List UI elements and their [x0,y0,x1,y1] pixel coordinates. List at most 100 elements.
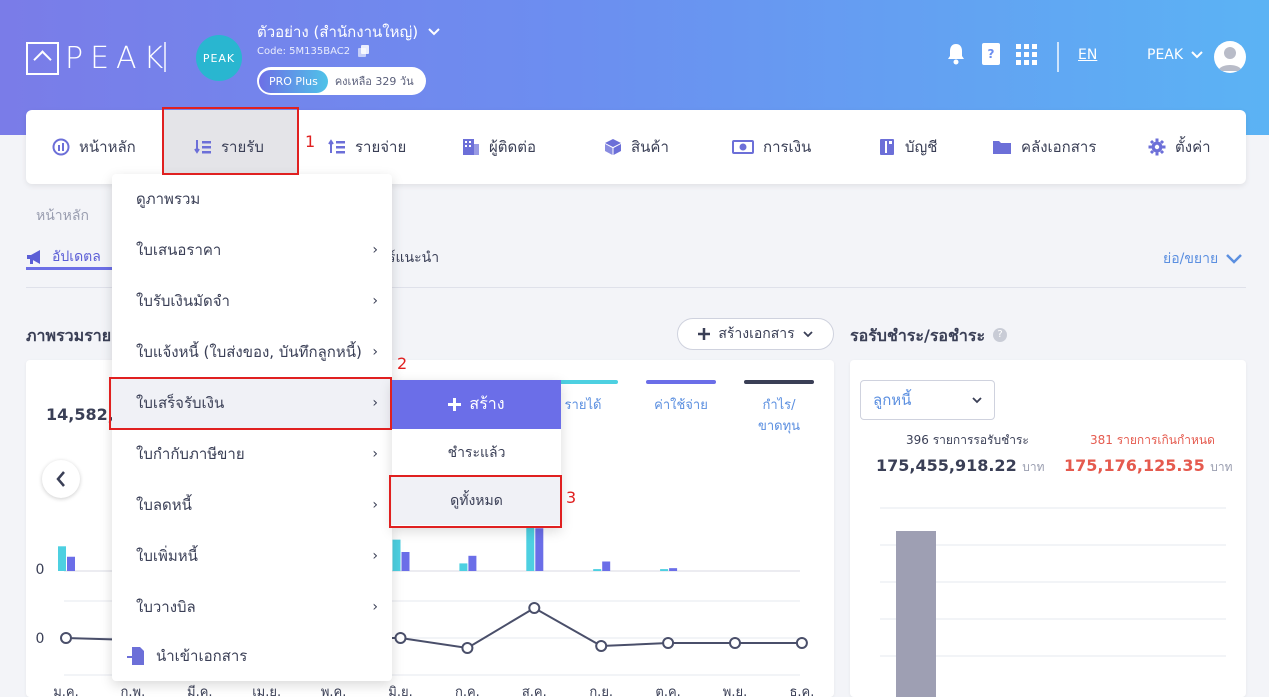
annotation-number-3: 3 [566,488,577,507]
submenu-label: ชำระแล้ว [447,445,506,461]
collapse-label: ย่อ/ขยาย [1163,251,1219,267]
collapse-toggle[interactable]: ย่อ/ขยาย [1163,248,1243,270]
overdue-amount-value: 175,176,125.35 [1064,456,1205,475]
user-avatar[interactable] [1214,41,1246,73]
chevron-down-icon [972,396,982,403]
legend-expense[interactable]: ค่าใช้จ่าย [646,380,716,415]
zero-label: 0 [36,562,45,578]
bar-expense [401,552,410,571]
bar-income [58,546,66,571]
chevron-down-icon [428,28,440,36]
nav-item-expense[interactable]: รายจ่าย [328,110,406,184]
nav-item-settings[interactable]: ตั้งค่า [1148,110,1211,184]
breadcrumb[interactable]: หน้าหลัก [36,205,89,227]
plan-pill[interactable]: PRO Plus คงเหลือ 329 วัน [257,67,426,95]
menu-label: ใบเพิ่มหนี้ [136,547,198,565]
plan-days-left: คงเหลือ 329 วัน [334,75,414,88]
apps-grid-icon[interactable] [1016,44,1037,65]
profit-point [595,640,608,652]
bell-icon[interactable] [946,43,966,65]
create-document-button[interactable]: สร้างเอกสาร [677,318,834,350]
x-tick-label: พ.ย. [723,685,747,697]
chevron-left-icon [56,471,65,487]
product-icon [605,139,621,155]
chevron-right-icon: › [372,293,378,309]
nav-item-home[interactable]: หน้าหลัก [52,110,136,184]
chevron-right-icon: › [372,599,378,615]
menu-label: ใบรับเงินมัดจำ [136,292,230,310]
annotation-number-2: 2 [397,354,408,373]
receivable-filter-select[interactable]: ลูกหนี้ [860,380,995,420]
nav-item-finance[interactable]: การเงิน [732,110,811,184]
menu-label: ใบแจ้งหนี้ (ใบส่งของ, บันทึกลูกหนี้) [136,343,362,361]
legend-profit[interactable]: กำไร/ขาดทุน [744,380,814,436]
menu-label: ใบลดหนี้ [136,496,192,514]
bar-income [593,569,602,571]
receivable-amount-value: 175,455,918.22 [876,456,1017,475]
import-document-icon [127,647,144,665]
x-tick-label: มี.ค. [187,684,213,697]
menu-item-import[interactable]: นำเข้าเอกสาร [112,631,392,681]
zero-label: 0 [36,631,45,647]
peak-logo[interactable]: PEAK [26,41,170,76]
nav-item-documents[interactable]: คลังเอกสาร [992,110,1096,184]
profit-point [394,632,407,644]
expense-icon [328,139,345,154]
tab-label: อัปเดตล [52,249,101,265]
annotation-number-1: 1 [305,132,316,151]
chevron-down-icon [1226,254,1243,264]
receivable-count: 396 รายการรอรับชำระ [906,433,1029,447]
chevron-right-icon: › [372,497,378,513]
profit-point [662,637,675,649]
y-axis-top-label: 14,582, [46,405,114,424]
submenu-create-label: สร้าง [469,394,505,413]
org-code: Code: 5M135BAC2 [257,45,370,57]
language-switch[interactable]: EN [1078,47,1097,63]
menu-item-quotation[interactable]: ใบเสนอราคา › [112,225,392,275]
gear-icon [1148,138,1166,156]
submenu-create-button[interactable]: สร้าง [392,380,561,429]
menu-item-credit-note[interactable]: ใบลดหนี้ › [112,480,392,530]
org-switcher[interactable]: ตัวอย่าง (สำนักงานใหญ่) [257,20,440,44]
submenu-paid[interactable]: ชำระแล้ว [392,429,561,477]
x-tick-label: ธ.ค. [789,685,814,697]
nav-label: สินค้า [631,138,669,156]
receivable-bar[interactable] [896,531,936,697]
chart-prev-button[interactable] [42,460,80,498]
annotation-box-1 [162,107,299,175]
tab-recommended[interactable]: ร์แนะนำ [388,247,439,269]
user-menu[interactable]: PEAK [1147,47,1203,63]
org-name: ตัวอย่าง (สำนักงานใหญ่) [257,23,419,41]
help-icon[interactable]: ? [993,328,1007,342]
bar-income [392,539,401,571]
plan-badge: PRO Plus [259,69,328,93]
legend-profit-label: กำไร/ขาดทุน [757,398,801,434]
tab-updates[interactable]: อัปเดตล [26,246,101,268]
menu-item-overview[interactable]: ดูภาพรวม [112,174,392,224]
nav-label: หน้าหลัก [79,138,136,156]
nav-item-contacts[interactable]: ผู้ติดต่อ [462,110,536,184]
legend-expense-label: ค่าใช้จ่าย [654,398,708,413]
bar-expense [468,555,477,571]
folder-icon [993,141,1011,154]
user-name: PEAK [1147,47,1184,63]
annotation-box-3 [389,475,562,528]
chevron-right-icon: › [372,242,378,258]
menu-item-invoice[interactable]: ใบแจ้งหนี้ (ใบส่งของ, บันทึกลูกหนี้) › [112,327,392,377]
copy-icon[interactable] [358,45,370,57]
menu-item-deposit-receipt[interactable]: ใบรับเงินมัดจำ › [112,276,392,326]
nav-item-accounting[interactable]: บัญชี [878,110,937,184]
nav-label: การเงิน [763,138,812,156]
menu-item-debit-note[interactable]: ใบเพิ่มหนี้ › [112,531,392,581]
org-avatar[interactable]: PEAK [196,35,242,81]
nav-label: คลังเอกสาร [1021,138,1097,156]
nav-item-products[interactable]: สินค้า [604,110,669,184]
menu-item-billing-note[interactable]: ใบวางบิล › [112,582,392,632]
nav-label: รายจ่าย [355,138,407,156]
nav-label: ตั้งค่า [1175,138,1211,156]
chevron-right-icon: › [372,446,378,462]
menu-item-tax-invoice[interactable]: ใบกำกับภาษีขาย › [112,429,392,479]
menu-label: ดูภาพรวม [136,190,201,208]
accounting-icon [880,139,894,155]
help-book-icon[interactable]: ? [982,43,1000,65]
